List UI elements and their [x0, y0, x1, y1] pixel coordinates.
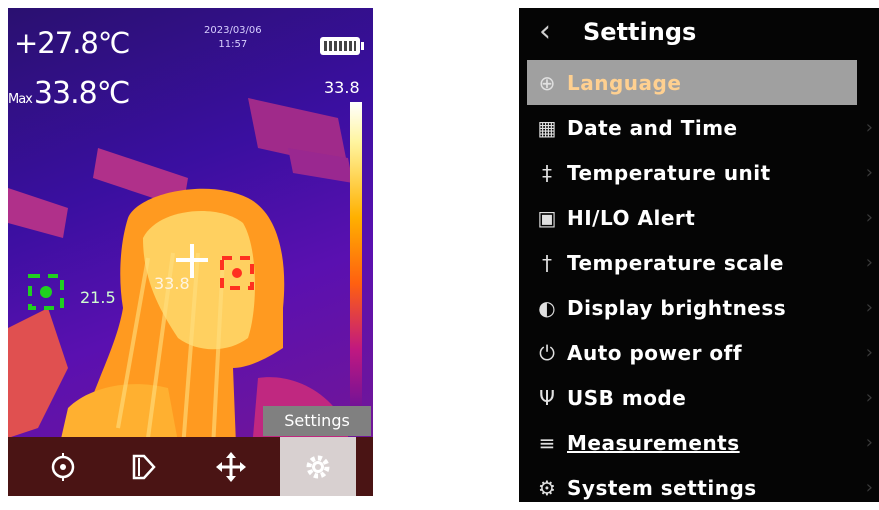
menu-item-label: System settings — [567, 475, 757, 500]
usb-icon: Ψ — [539, 385, 555, 410]
settings-tooltip: Settings — [263, 406, 371, 436]
move-icon — [216, 451, 246, 482]
menu-item-usb-mode[interactable]: Ψ USB mode › — [519, 375, 879, 420]
max-value: 33.8℃ — [33, 76, 130, 111]
menu-item-label: Temperature scale — [567, 250, 784, 275]
chevron-right-icon: › — [865, 252, 873, 273]
thermal-view: +27.8℃ Max33.8℃ 2023/03/06 11:57 33.8 21… — [8, 8, 373, 496]
min-spot-marker — [28, 274, 64, 310]
menu-item-label: Display brightness — [567, 295, 787, 320]
color-scale-bar — [350, 102, 362, 432]
chevron-right-icon: › — [865, 477, 873, 498]
menu-item-display-brightness[interactable]: ◐ Display brightness › — [519, 285, 879, 330]
menu-header: ‹ Settings — [519, 8, 879, 60]
scale-thermometer-icon: † — [542, 250, 552, 275]
menu-item-label: Measurements — [567, 430, 740, 455]
system-gear-icon: ⚙ — [538, 475, 556, 500]
time-text: 11:57 — [218, 39, 248, 50]
menu-title: Settings — [583, 18, 697, 46]
calendar-icon: ▦ — [537, 115, 557, 140]
max-temperature: Max33.8℃ — [8, 76, 130, 111]
chevron-right-icon: › — [865, 117, 873, 138]
menu-item-date-and-time[interactable]: ▦ Date and Time › — [519, 105, 879, 150]
palette-button[interactable] — [108, 437, 178, 496]
gear-icon — [306, 455, 330, 478]
menu-item-label: Language — [567, 70, 682, 95]
date-time: 2023/03/06 11:57 — [204, 24, 262, 52]
menu-item-label: USB mode — [567, 385, 687, 410]
center-spot-label: 33.8 — [154, 274, 190, 293]
menu-item-auto-power-off[interactable]: ⏻ Auto power off › — [519, 330, 879, 375]
camera-toolbar — [8, 437, 373, 496]
power-icon: ⏻ — [539, 340, 555, 365]
scale-max-value: 33.8 — [324, 78, 360, 97]
chevron-right-icon: › — [865, 432, 873, 453]
settings-menu: ‹ Settings ⊕ Language ▦ Date and Time › … — [519, 8, 879, 502]
menu-item-system-settings[interactable]: ⚙ System settings › — [519, 465, 879, 510]
globe-icon: ⊕ — [538, 70, 556, 95]
battery-icon — [320, 37, 364, 55]
menu-item-temperature-unit[interactable]: ‡ Temperature unit › — [519, 150, 879, 195]
menu-item-language[interactable]: ⊕ Language — [527, 60, 857, 105]
brightness-icon: ◐ — [538, 295, 556, 320]
chevron-right-icon: › — [865, 297, 873, 318]
menu-list: ⊕ Language ▦ Date and Time › ‡ Temperatu… — [519, 60, 879, 510]
back-icon[interactable]: ‹ — [539, 14, 551, 49]
palette-icon — [132, 454, 156, 479]
menu-item-label: Auto power off — [567, 340, 743, 365]
move-button[interactable] — [196, 437, 266, 496]
target-button[interactable] — [28, 437, 98, 496]
menu-item-temperature-scale[interactable]: † Temperature scale › — [519, 240, 879, 285]
menu-item-label: Date and Time — [567, 115, 738, 140]
menu-item-label: HI/LO Alert — [567, 205, 696, 230]
chevron-right-icon: › — [865, 342, 873, 363]
menu-item-measurements[interactable]: ≡ Measurements › — [519, 420, 879, 465]
settings-button[interactable] — [280, 437, 356, 496]
center-temperature: +27.8℃ — [14, 26, 130, 60]
date-text: 2023/03/06 — [204, 25, 262, 36]
alert-icon: ▣ — [537, 205, 557, 230]
thermometer-icon: ‡ — [542, 160, 552, 185]
chevron-right-icon: › — [865, 162, 873, 183]
menu-item-label: Temperature unit — [567, 160, 771, 185]
min-spot-label: 21.5 — [80, 288, 116, 307]
measurements-icon: ≡ — [538, 430, 556, 455]
chevron-right-icon: › — [865, 387, 873, 408]
menu-item-hi-lo-alert[interactable]: ▣ HI/LO Alert › — [519, 195, 879, 240]
max-label: Max — [8, 92, 33, 107]
target-icon — [51, 452, 75, 481]
chevron-right-icon: › — [865, 207, 873, 228]
